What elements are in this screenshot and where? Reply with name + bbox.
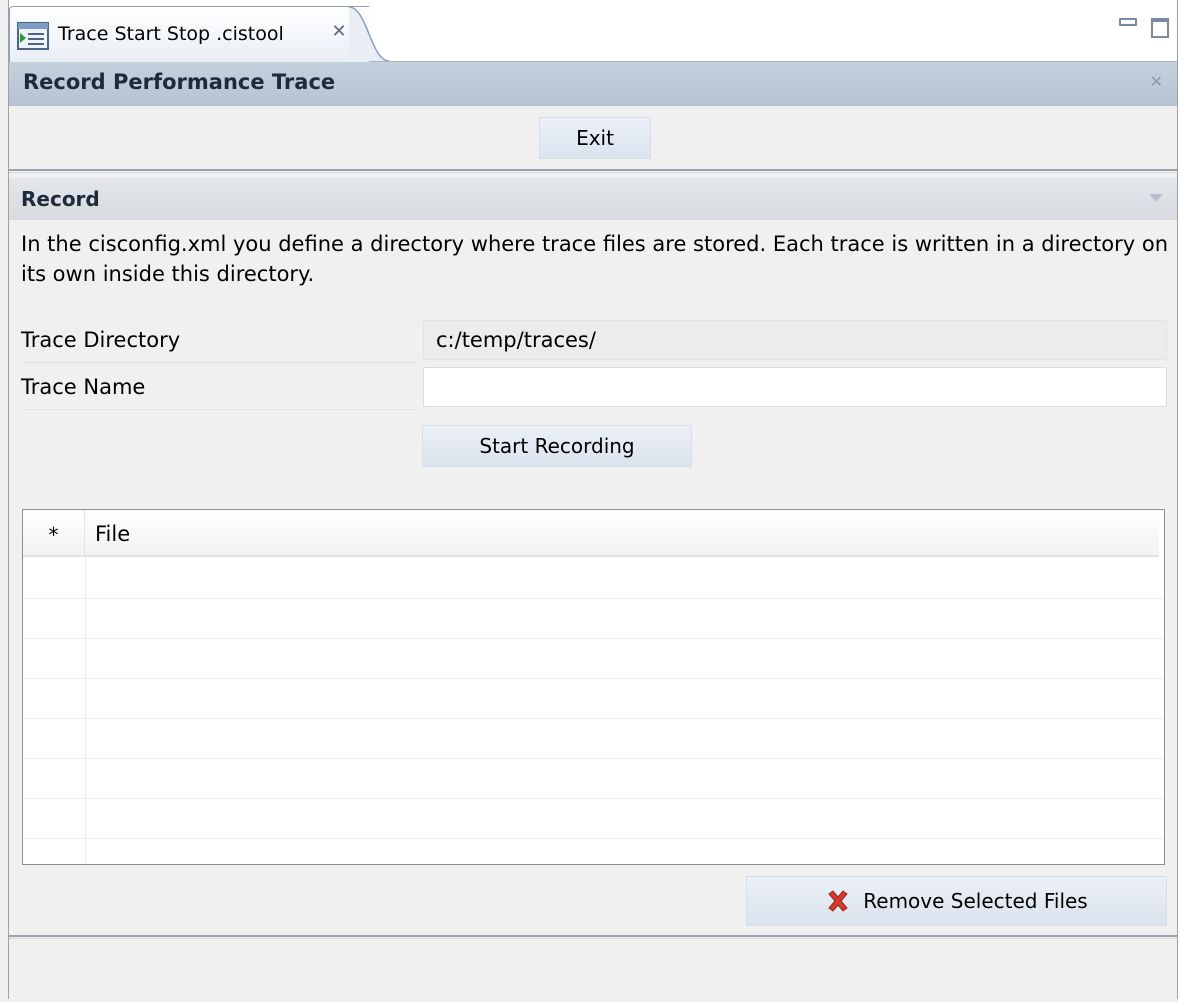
delete-icon — [828, 890, 848, 912]
tab-bar: Trace Start Stop .cistool ✕ — [9, 0, 1177, 62]
table-row[interactable] — [23, 839, 1164, 864]
form-title: Record Performance Trace — [23, 70, 336, 94]
table-row[interactable] — [23, 559, 1164, 599]
remove-selected-files-label: Remove Selected Files — [863, 889, 1088, 913]
table-row[interactable] — [23, 719, 1164, 759]
editor-frame: Trace Start Stop .cistool ✕ Record Perfo… — [8, 0, 1178, 1002]
column-header-file[interactable]: File — [95, 522, 130, 546]
table-row[interactable] — [23, 599, 1164, 639]
remove-selected-files-button[interactable]: Remove Selected Files — [746, 876, 1167, 926]
tab-curve — [349, 6, 389, 62]
exit-button-label: Exit — [576, 126, 614, 150]
minimize-icon[interactable] — [1119, 18, 1137, 26]
maximize-icon[interactable] — [1151, 18, 1169, 38]
tab-close-icon[interactable]: ✕ — [328, 21, 350, 43]
footer-area — [9, 941, 1177, 1002]
start-recording-label: Start Recording — [479, 434, 635, 458]
file-table[interactable]: * File — [22, 509, 1165, 865]
form-close-icon[interactable]: ✕ — [1150, 72, 1163, 91]
table-row[interactable] — [23, 639, 1164, 679]
trace-name-label: Trace Name — [21, 375, 146, 399]
section-title: Record — [21, 187, 100, 211]
table-row[interactable] — [23, 679, 1164, 719]
start-recording-button[interactable]: Start Recording — [422, 425, 692, 467]
field-divider — [21, 362, 419, 363]
divider — [9, 935, 1177, 939]
section-description: In the cisconfig.xml you define a direct… — [21, 232, 1169, 286]
tab-trace-start-stop[interactable]: Trace Start Stop .cistool ✕ — [9, 6, 369, 62]
column-header-select[interactable]: * — [23, 510, 85, 557]
editor-file-icon — [17, 22, 49, 50]
table-row[interactable] — [23, 759, 1164, 799]
section-header-record[interactable]: Record — [9, 178, 1177, 220]
divider — [9, 169, 1177, 173]
form-header: Record Performance Trace ✕ — [9, 62, 1177, 106]
trace-directory-label: Trace Directory — [21, 328, 181, 352]
table-header: * File — [23, 510, 1159, 557]
field-divider — [21, 409, 419, 410]
trace-directory-field: c:/temp/traces/ — [423, 320, 1167, 360]
trace-name-input[interactable] — [423, 367, 1167, 407]
tab-label: Trace Start Stop .cistool — [58, 23, 284, 45]
table-row[interactable] — [23, 799, 1164, 839]
collapse-triangle-icon[interactable] — [1149, 194, 1163, 202]
exit-button[interactable]: Exit — [539, 117, 651, 159]
